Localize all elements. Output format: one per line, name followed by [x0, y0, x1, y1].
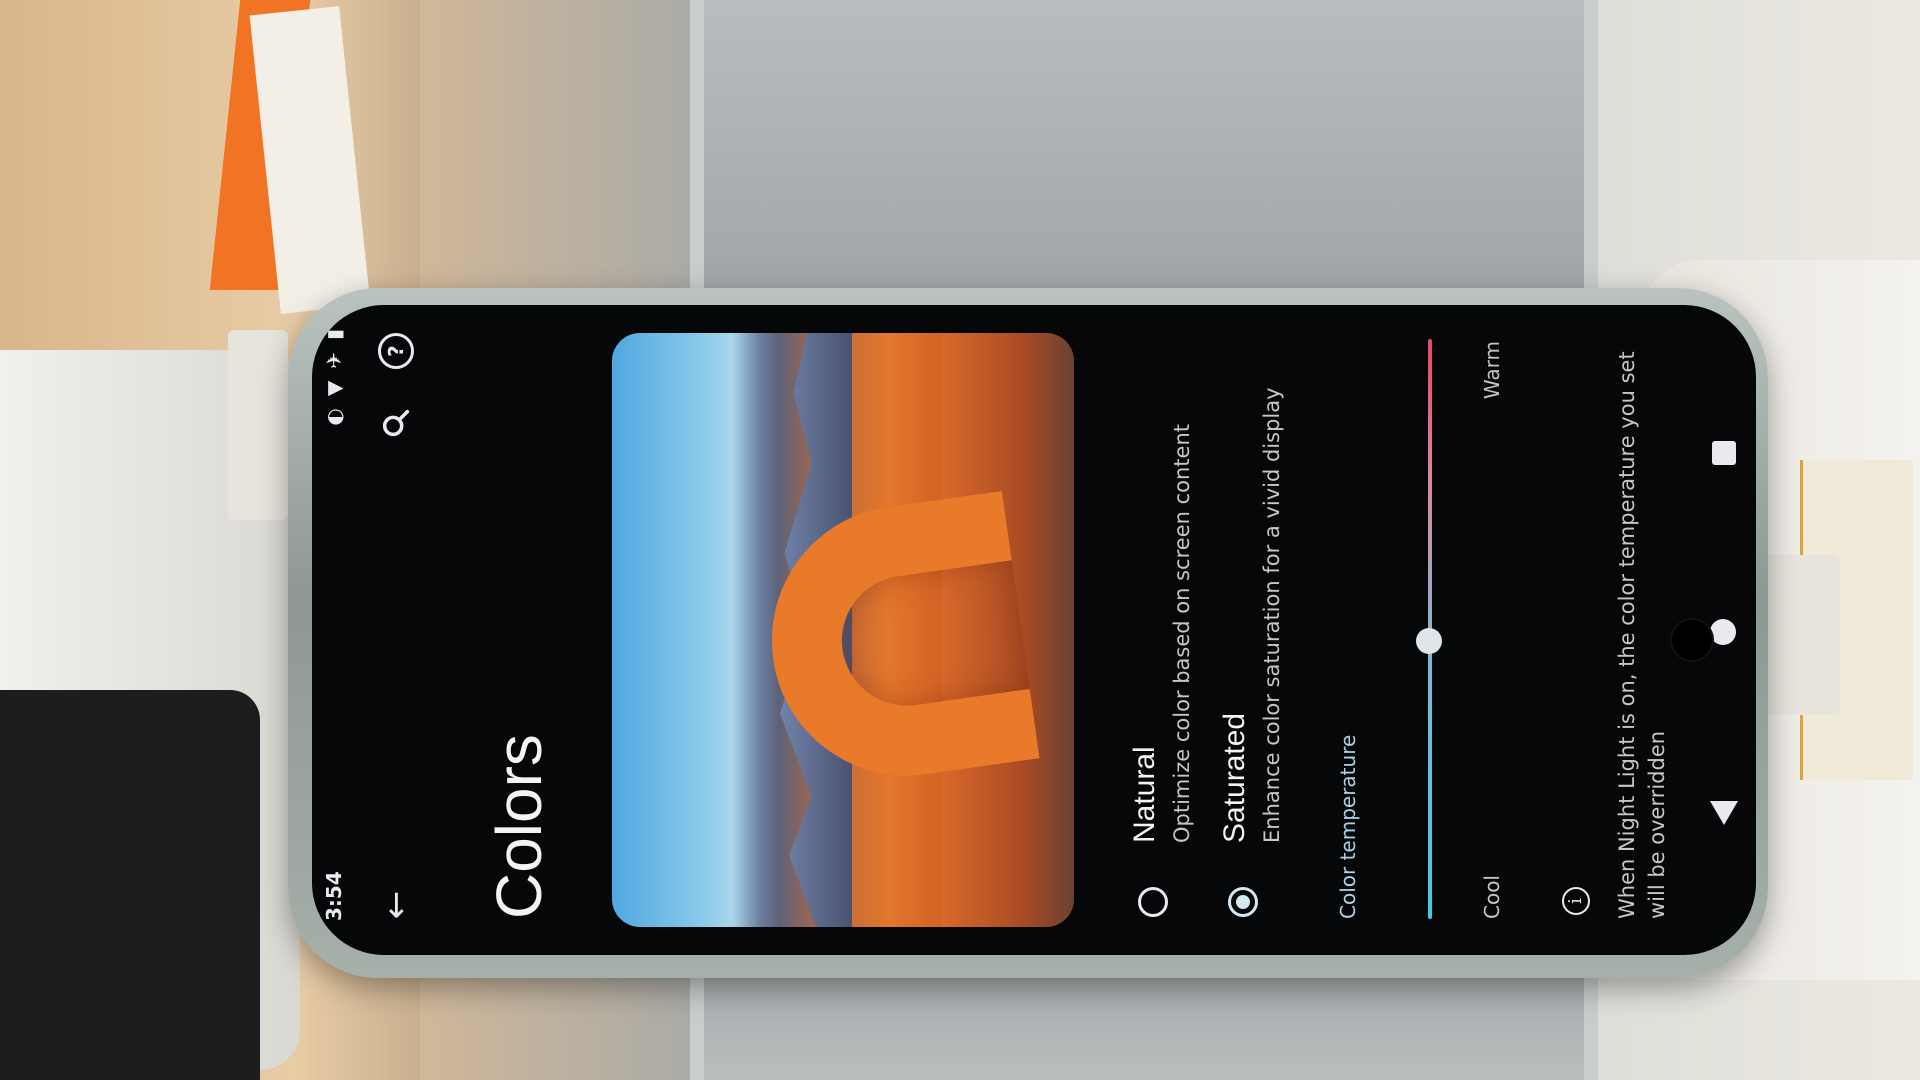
search-icon [382, 409, 410, 437]
display-frame-top [690, 0, 1598, 334]
slider-thumb[interactable] [1416, 627, 1442, 654]
data-saver-icon: ◐ [322, 408, 346, 426]
phone-screen: 3:54 ◐ ▼ ✈ ▮ ← ? Colors Natural Optimize… [312, 305, 1756, 955]
option-natural-subtitle: Optimize color based on screen content [1170, 423, 1194, 843]
battery-icon: ▮ [322, 329, 346, 341]
slider-max-label: Warm [1480, 341, 1504, 400]
nav-recents-icon[interactable] [1712, 441, 1736, 465]
mount-clip-right [1760, 555, 1840, 715]
airplane-icon: ✈ [322, 352, 346, 369]
status-bar: 3:54 ◐ ▼ ✈ ▮ [312, 305, 360, 955]
help-icon: ? [378, 333, 414, 369]
nav-home-icon[interactable] [1710, 619, 1736, 645]
mount-clip-left [228, 330, 288, 520]
info-icon: i [1562, 887, 1590, 915]
settings-colors-screen: 3:54 ◐ ▼ ✈ ▮ ← ? Colors Natural Optimize… [312, 305, 1756, 955]
toolbar: ← ? [360, 305, 430, 955]
nav-back-icon[interactable] [1710, 801, 1738, 825]
option-saturated[interactable]: Saturated Enhance color saturation for a… [1208, 305, 1328, 955]
color-temperature-label: Color temperature [1336, 734, 1360, 919]
foam-block [0, 690, 260, 1080]
toolbar-actions: ? [374, 329, 418, 445]
option-saturated-title: Saturated [1218, 712, 1251, 843]
help-button[interactable]: ? [374, 329, 418, 373]
night-light-note: When Night Light is on, the color temper… [1615, 351, 1669, 919]
display-frame-bottom [690, 960, 1598, 1080]
radio-saturated[interactable] [1228, 887, 1258, 917]
color-temperature-slider[interactable] [1402, 339, 1462, 919]
radio-natural[interactable] [1138, 887, 1168, 917]
search-button[interactable] [374, 401, 418, 445]
color-preview-image [612, 333, 1074, 927]
front-camera [1672, 620, 1712, 660]
status-time: 3:54 [322, 871, 346, 921]
option-natural-title: Natural [1128, 746, 1161, 843]
arrow-back-icon[interactable]: ← [374, 883, 418, 927]
wifi-icon: ▼ [322, 380, 346, 397]
slider-min-label: Cool [1480, 875, 1504, 919]
page-title: Colors [483, 734, 555, 919]
status-icons: ◐ ▼ ✈ ▮ [322, 329, 346, 426]
option-saturated-subtitle: Enhance color saturation for a vivid dis… [1260, 387, 1284, 843]
